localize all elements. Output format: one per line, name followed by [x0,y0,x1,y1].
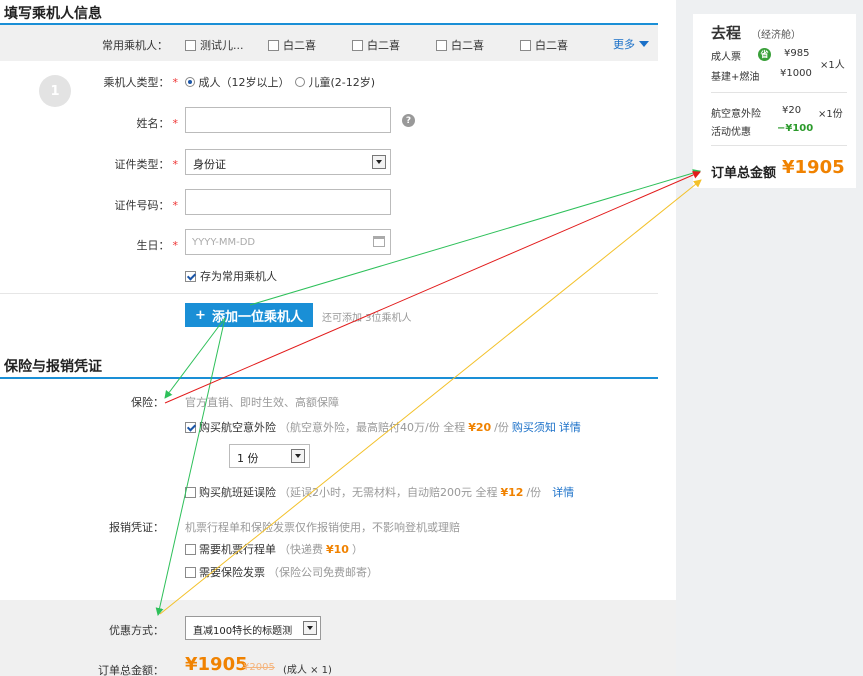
summary-divider [711,92,847,93]
chevron-down-icon[interactable] [291,449,305,463]
radio-selected-icon[interactable] [185,77,195,87]
id-number-label: 证件号码： * [114,199,179,212]
checkbox-icon[interactable] [185,543,196,555]
save-frequent-passenger[interactable]: 存为常用乘机人 [185,268,277,284]
id-type-select[interactable]: 身份证 [185,149,391,175]
original-price: ¥2005 [243,662,275,673]
booking-form: 填写乘机人信息 常用乘机人： 测试儿... 白二喜 白二喜 白二喜 白二喜 更多… [0,0,676,676]
radio-adult[interactable]: 成人（12岁以上） [185,74,290,90]
discount-label: 活动优惠 [711,127,751,138]
section-title-passenger: 填写乘机人信息 [4,6,102,22]
summary-total-label: 订单总金额 [711,166,777,181]
coupon-label: 优惠方式： [109,624,164,637]
order-total-price: ¥1905 [185,654,248,675]
frequent-passenger-2[interactable]: 白二喜 [268,37,316,53]
frequent-passengers-bar: 常用乘机人： 测试儿... 白二喜 白二喜 白二喜 白二喜 更多 [0,25,658,61]
id-number-input[interactable] [185,189,391,215]
frequent-passenger-5[interactable]: 白二喜 [520,37,568,53]
add-passenger-button[interactable]: + 添加一位乘机人 [185,303,313,327]
order-total-note: (成人 × 1) [283,665,332,676]
adult-ticket-price: ¥985 [784,48,810,59]
add-passenger-hint: 还可添加 3位乘机人 [322,313,412,324]
plus-icon: + [195,307,206,323]
section-title-insurance: 保险与报销凭证 [4,359,102,375]
itinerary-option[interactable]: 需要机票行程单 （快递费 ¥10） [185,541,363,557]
chevron-down-icon [639,41,649,47]
help-icon[interactable]: ? [402,114,415,127]
accident-insurance-option[interactable]: 购买航空意外险 （航空意外险，最高赔付40万/份 全程 ¥20/份 购买须知 详… [185,419,581,435]
checkbox-icon[interactable] [185,486,196,498]
name-label: 姓名： * [136,117,179,130]
checkbox-icon[interactable] [185,566,196,578]
accident-detail-link[interactable]: 详情 [559,419,581,435]
save-badge-icon: 省 [758,48,771,61]
calendar-icon[interactable] [373,236,385,247]
birthday-input[interactable]: YYYY-MM-DD [185,229,391,255]
trip-title: 去程 [711,24,742,42]
delay-insurance-option[interactable]: 购买航班延误险 （延误2小时，无需材料，自动赔200元 全程 ¥12/份 详情 [185,484,574,500]
insurance-summary-qty: ×1份 [818,109,843,120]
chevron-down-icon[interactable] [303,621,317,635]
insurance-label: 保险： [131,396,164,409]
passenger-number-badge: 1 [39,75,71,107]
voucher-description: 机票行程单和保险发票仅作报销使用，不影响登机或理赔 [185,521,460,534]
divider [0,293,658,294]
voucher-label: 报销凭证： [109,521,164,534]
checkbox-checked-icon[interactable] [185,421,196,433]
discount-value: −¥100 [777,123,814,134]
insurance-summary-price: ¥20 [782,105,802,116]
summary-total-value: ¥1905 [782,157,845,178]
checkbox-checked-icon[interactable] [185,270,196,282]
passenger-type-label: 乘机人类型： * [103,76,179,89]
chevron-down-icon[interactable] [372,155,386,169]
accident-notice-link[interactable]: 购买须知 [512,419,556,435]
cabin-class: （经济舱） [751,30,801,41]
insurance-quantity-select[interactable]: 1 份 [229,444,310,468]
summary-divider [711,145,847,146]
frequent-passenger-3[interactable]: 白二喜 [352,37,400,53]
frequent-passengers-label: 常用乘机人： [102,39,168,52]
coupon-select[interactable]: 直减100特长的标题测 [185,616,321,640]
invoice-option[interactable]: 需要保险发票 （保险公司免费邮寄） [185,564,378,580]
insurance-description: 官方直销、即时生效、高额保障 [185,396,339,409]
birthday-label: 生日： * [136,239,179,252]
checkbox-icon[interactable] [436,39,447,51]
delay-detail-link[interactable]: 详情 [552,484,574,500]
checkbox-icon[interactable] [268,39,279,51]
name-input[interactable] [185,107,391,133]
frequent-passenger-1[interactable]: 测试儿... [185,37,244,53]
adult-ticket-qty: ×1人 [820,60,845,71]
checkbox-icon[interactable] [520,39,531,51]
order-summary-panel: 去程 （经济舱） 成人票 省 ¥985 ×1人 基建+燃油 ¥1000 航空意外… [693,14,856,188]
more-passengers-link[interactable]: 更多 [613,36,649,52]
section-divider [0,377,658,379]
insurance-summary-label: 航空意外险 [711,109,761,120]
tax-price: ¥1000 [780,68,812,79]
order-total-label: 订单总金额： [98,664,164,676]
adult-ticket-label: 成人票 [711,52,741,63]
id-type-label: 证件类型： * [114,158,179,171]
frequent-passenger-4[interactable]: 白二喜 [436,37,484,53]
radio-icon[interactable] [295,77,305,87]
radio-child[interactable]: 儿童(2-12岁) [295,74,375,90]
tax-label: 基建+燃油 [711,72,760,83]
checkbox-icon[interactable] [185,39,196,51]
checkbox-icon[interactable] [352,39,363,51]
